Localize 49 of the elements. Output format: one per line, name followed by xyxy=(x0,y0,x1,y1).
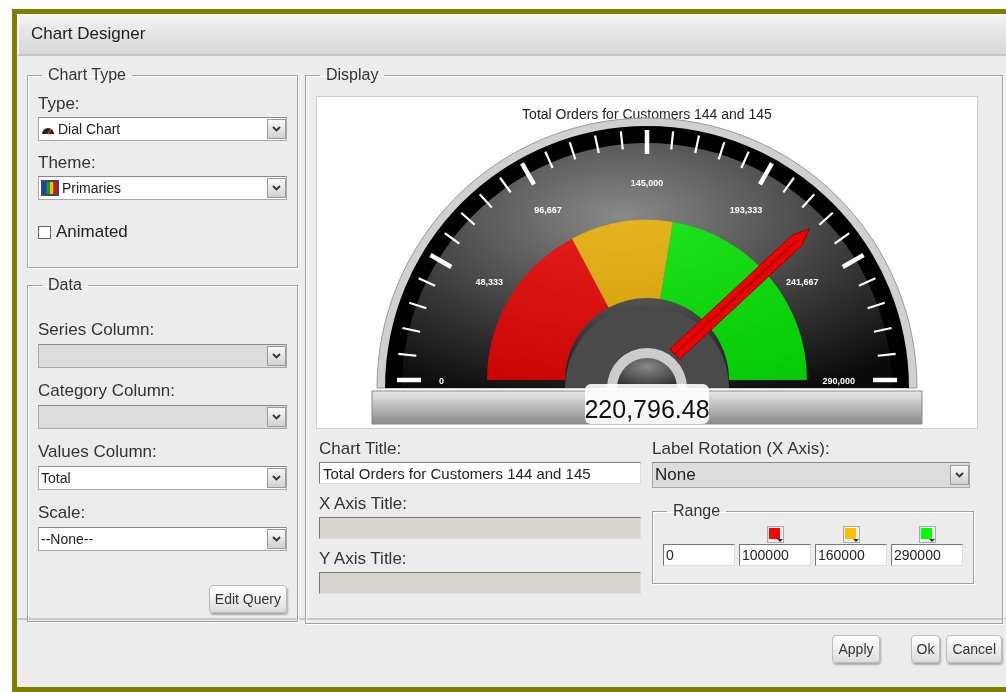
tick-label: 0 xyxy=(439,376,444,386)
field-label: Category Column: xyxy=(38,381,176,401)
apply-button[interactable]: Apply xyxy=(832,634,880,663)
tick-label: 96,667 xyxy=(534,204,562,215)
field-label: Theme: xyxy=(38,153,97,173)
field-label: X Axis Title: xyxy=(319,494,408,514)
field-label: Chart Title: xyxy=(319,439,403,459)
range-input[interactable]: 100000 xyxy=(739,544,811,566)
caret-icon[interactable] xyxy=(950,464,969,486)
palette-icon xyxy=(41,180,59,196)
gauge-value: 220,796.48 xyxy=(584,395,710,423)
group-title: Data xyxy=(47,276,83,294)
group-title: Chart Type xyxy=(47,66,127,84)
caret-icon[interactable] xyxy=(267,468,286,488)
caret-icon[interactable] xyxy=(267,119,286,139)
color-picker[interactable] xyxy=(842,525,860,543)
dropdown[interactable]: None xyxy=(652,462,970,488)
caret-icon[interactable] xyxy=(267,178,286,198)
field-label: Type: xyxy=(38,94,81,114)
window-title: Chart Designer xyxy=(17,14,1006,56)
tick-label: 48,333 xyxy=(475,277,504,287)
tick-label: 241,667 xyxy=(785,277,819,287)
color-picker[interactable] xyxy=(918,525,936,543)
dropdown[interactable]: --None-- xyxy=(38,527,287,551)
ok-button[interactable]: Ok xyxy=(910,634,941,663)
field-label: Scale: xyxy=(38,503,87,523)
field-label: Series Column: xyxy=(38,320,156,340)
group-title: Display xyxy=(325,66,380,84)
color-picker[interactable] xyxy=(766,525,784,543)
tick-label: 290,000 xyxy=(822,376,855,386)
cancel-button[interactable]: Cancel xyxy=(946,634,1002,663)
dropdown[interactable]: Primaries xyxy=(38,176,287,200)
field-label: Y Axis Title: xyxy=(319,549,408,569)
checkbox-label: Animated xyxy=(56,222,128,242)
group-title: Range xyxy=(672,502,722,520)
range-input[interactable]: 160000 xyxy=(815,544,887,566)
tick-label: 145,000 xyxy=(630,178,664,188)
field-label: Values Column: xyxy=(38,442,158,462)
dropdown[interactable]: Total xyxy=(38,466,287,490)
chart-title: Total Orders for Customers 144 and 145 xyxy=(522,106,772,122)
range-input[interactable]: 290000 xyxy=(891,544,963,566)
field-label: Label Rotation (X Axis): xyxy=(652,439,831,459)
dropdown[interactable]: Dial Chart xyxy=(38,117,287,141)
tick-label: 193,333 xyxy=(729,204,763,215)
text-field[interactable]: Total Orders for Customers 144 and 145 xyxy=(319,462,641,484)
checkbox[interactable] xyxy=(38,225,51,239)
edit-query-button[interactable]: Edit Query xyxy=(208,585,287,613)
range-input[interactable]: 0 xyxy=(663,544,735,566)
caret-icon[interactable] xyxy=(267,529,286,549)
